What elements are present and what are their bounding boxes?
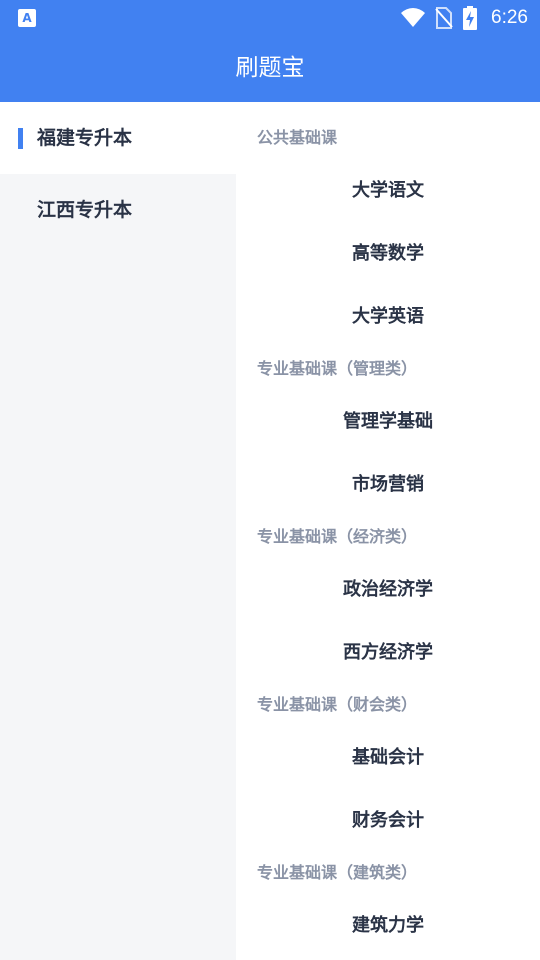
sidebar-item-fujian[interactable]: 福建专升本	[0, 102, 236, 174]
course-item[interactable]: 市场营销	[236, 470, 540, 496]
status-bar: A 6:26	[0, 0, 540, 36]
course-item[interactable]: 财务会计	[236, 806, 540, 832]
wifi-icon	[401, 8, 426, 27]
sidebar-item-label: 江西专升本	[37, 199, 133, 221]
course-item[interactable]: 大学英语	[236, 302, 540, 328]
app-title: 刷题宝	[235, 55, 305, 81]
section-header-accounting: 专业基础课（财会类）	[257, 695, 418, 714]
section-header-architecture: 专业基础课（建筑类）	[257, 863, 418, 882]
course-item[interactable]: 西方经济学	[236, 638, 540, 664]
section-header-economics: 专业基础课（经济类）	[257, 527, 418, 546]
sidebar: 福建专升本 江西专升本	[0, 102, 236, 960]
no-sim-icon	[435, 7, 453, 29]
status-time: 6:26	[491, 7, 528, 28]
course-item[interactable]: 政治经济学	[236, 575, 540, 601]
course-item[interactable]: 管理学基础	[236, 407, 540, 433]
course-item[interactable]: 建筑力学	[236, 911, 540, 937]
app-notification-icon: A	[18, 9, 36, 27]
section-header-public: 公共基础课	[257, 128, 338, 147]
sidebar-item-label: 福建专升本	[37, 127, 133, 149]
course-item[interactable]: 大学语文	[236, 176, 540, 202]
status-icons: 6:26	[401, 0, 528, 36]
battery-charging-icon	[463, 6, 478, 30]
section-header-management: 专业基础课（管理类）	[257, 359, 418, 378]
app-bar: 刷题宝	[0, 36, 540, 102]
sidebar-item-jiangxi[interactable]: 江西专升本	[0, 174, 236, 246]
course-list: 公共基础课 大学语文 高等数学 大学英语 专业基础课（管理类） 管理学基础 市场…	[236, 102, 540, 960]
course-item[interactable]: 高等数学	[236, 239, 540, 265]
course-item[interactable]: 基础会计	[236, 743, 540, 769]
